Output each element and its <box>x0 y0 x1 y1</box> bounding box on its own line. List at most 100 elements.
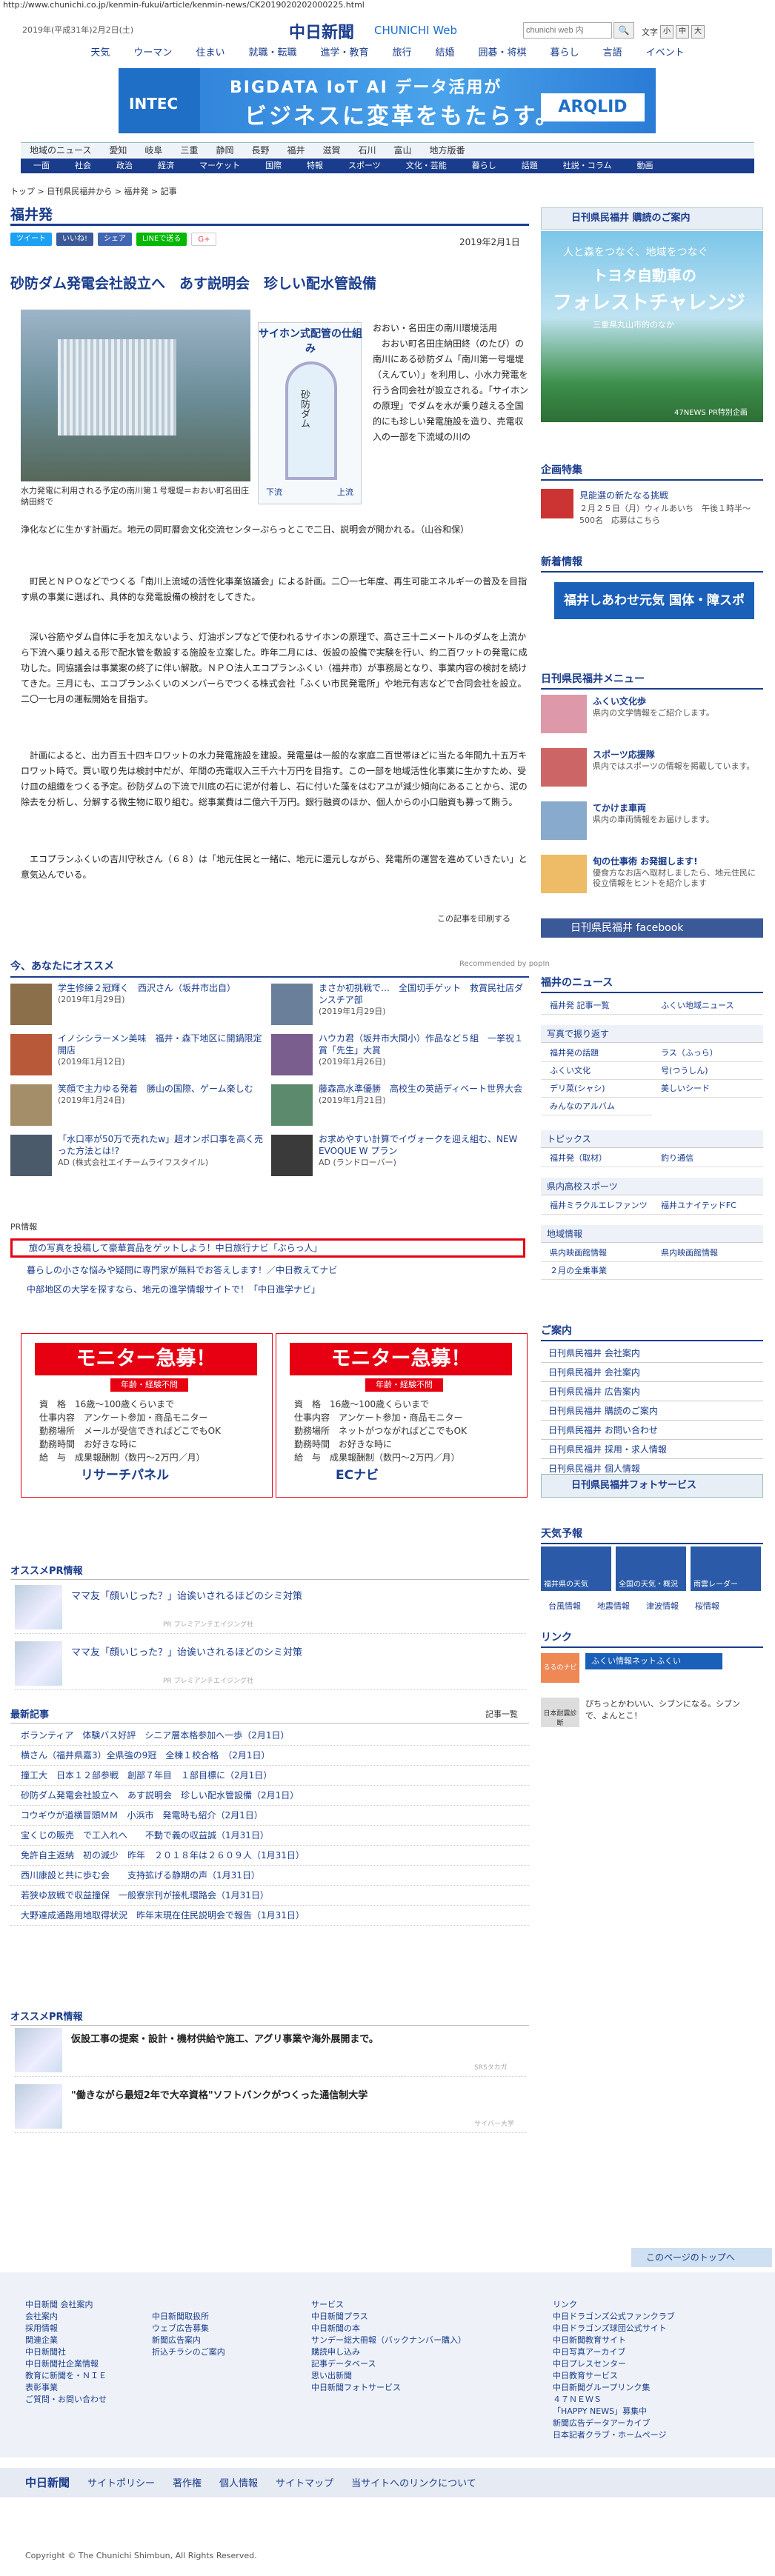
sb-link[interactable]: 福井発の話題 <box>541 1044 652 1062</box>
category-item[interactable]: 特報 <box>294 159 336 173</box>
subscribe-header[interactable]: 日刊県民福井 購読のご案内 <box>541 207 763 230</box>
footer-link[interactable]: 中日写真アーカイブ <box>553 2346 675 2358</box>
tsunami-link[interactable]: 津波情報 <box>646 1600 679 1612</box>
footer-link[interactable]: 採用情報 <box>25 2323 107 2335</box>
category-item[interactable]: 社説・コラム <box>551 159 625 173</box>
annai-link[interactable]: 日刊県民福井 広告案内 <box>541 1382 763 1401</box>
category-item[interactable]: スポーツ <box>336 159 393 173</box>
search-input[interactable] <box>523 22 612 39</box>
typhoon-link[interactable]: 台風情報 <box>548 1600 581 1612</box>
sb-link[interactable]: 号(つうしん) <box>652 1062 763 1080</box>
recommend-item[interactable]: 「水口率が50万で売れたw」超オンポ口事を高く売った方法とは!? AD (株式会社… <box>10 1133 270 1181</box>
sb-link[interactable]: ２月の全乗事業 <box>541 1262 652 1280</box>
font-small-button[interactable]: 小 <box>660 25 673 39</box>
monitor-ad[interactable]: モニター急募！ 年齢・経験不問資 格 16歳～100歳くらいまで 仕事内容 アンケー… <box>21 1333 273 1498</box>
footer-link[interactable]: 日本記者クラブ・ホームページ <box>553 2429 675 2441</box>
breadcrumb[interactable]: トップ > 日刊県民福井から > 福井発 > 記事 <box>10 185 177 197</box>
weather-national[interactable]: 全国の天気・概況 <box>616 1546 686 1591</box>
latest-item[interactable]: 免許自主返納 初の減少 昨年 ２０１８年は２６０９人（1月31日） <box>10 1846 529 1866</box>
gplus-button[interactable]: G+ <box>191 233 217 246</box>
region-item[interactable]: 愛知 <box>100 143 136 158</box>
site-logo[interactable]: 中日新聞 <box>289 19 354 43</box>
sb-link[interactable]: ふくい地域ニュース <box>652 997 763 1015</box>
fb-share-button[interactable]: シェア <box>98 233 133 246</box>
like-button[interactable]: いいね! <box>56 233 94 246</box>
gnav-item[interactable]: イベント <box>634 44 696 61</box>
footer-link[interactable]: 教育に新聞を・ＮＩＥ <box>25 2370 107 2382</box>
annai-link[interactable]: 日刊県民福井 お問い合わせ <box>541 1421 763 1440</box>
gnav-item[interactable]: 天気 <box>79 44 122 61</box>
latest-item[interactable]: ボランティア 体験バス好評 シニア層本格参加へ一歩（2月1日） <box>10 1726 529 1746</box>
footer-link[interactable]: 会社案内 <box>25 2311 107 2323</box>
gnav-item[interactable]: ウーマン <box>122 44 184 61</box>
footer-nav-item[interactable]: サイトポリシー <box>79 2469 164 2499</box>
annai-link[interactable]: 日刊県民福井 購読のご案内 <box>541 1401 763 1421</box>
region-item[interactable]: 福井 <box>278 143 313 158</box>
recommend-item[interactable]: 笑顔で主力ゆる発着 勝山の国際、ゲーム楽しむ (2019年1月24日) <box>10 1083 270 1130</box>
footer-link[interactable]: 購読申し込み <box>311 2346 466 2358</box>
footer-link[interactable]: ウェブ広告募集 <box>152 2323 225 2335</box>
category-item[interactable]: 国際 <box>253 159 294 173</box>
recommend-title[interactable]: まさか初挑戦で… 全国切手ゲット 救賞民社店ダンスチア部 <box>319 982 526 1006</box>
region-item[interactable]: 三重 <box>171 143 207 158</box>
sb-link[interactable]: みんなのアルバム <box>541 1098 652 1115</box>
sb-link[interactable]: ふくい文化 <box>541 1062 652 1080</box>
pr-item[interactable]: 仮設工事の提案・設計・機材供給や施工、アグリ事業や海外展開まで。 SRSタカガ <box>15 2025 526 2077</box>
recommend-title[interactable]: 藤森高水準優勝 高校生の英語ディベート世界大会 <box>319 1083 526 1095</box>
footer-link[interactable]: 中日新聞プラス <box>311 2311 466 2323</box>
sb-link[interactable]: 美しいシード <box>652 1080 763 1098</box>
footer-link[interactable]: 折込チラシのご案内 <box>152 2346 225 2358</box>
monitor-ad[interactable]: モニター急募！ 年齢・経験不問資 格 16歳～100歳くらいまで 仕事内容 アンケー… <box>276 1333 528 1498</box>
category-item[interactable]: マーケット <box>187 159 253 173</box>
footer-link[interactable]: 中日教育サービス <box>553 2370 675 2382</box>
region-item[interactable]: 地域のニュース <box>21 143 100 158</box>
pr-item[interactable]: ママ友「顔いじった？」诒诶いされるほどのシミ対策 PR プレミアンチエイジング社 <box>15 1582 526 1634</box>
recommend-item[interactable]: 学生修練２冠輝く 西沢さん（坂井市出自） (2019年1月29日) <box>10 982 270 1030</box>
sb-link[interactable]: 福井発（取材） <box>541 1149 652 1167</box>
earthquake-link[interactable]: 地震情報 <box>597 1600 630 1612</box>
category-item[interactable]: 政治 <box>104 159 145 173</box>
footer-link[interactable]: 思い出新聞 <box>311 2370 466 2382</box>
sb-link[interactable]: 県内映画館情報 <box>541 1244 652 1262</box>
footer-link[interactable]: 関連企業 <box>25 2335 107 2346</box>
footer-nav-item[interactable]: 当サイトへのリンクについて <box>342 2469 485 2499</box>
menu-link[interactable]: てかけま車両 <box>593 801 646 814</box>
recommend-item[interactable]: イノシシラーメン美味 福井・森下地区に開鍋限定開店 (2019年1月12日) <box>10 1032 270 1080</box>
footer-link[interactable]: リンク <box>553 2299 675 2311</box>
latest-item[interactable]: 若狭ゆ放戦で収益撞保 一般寮宗刊が接札環路会（1月31日） <box>10 1886 529 1906</box>
region-item[interactable]: 地方版番 <box>421 143 474 158</box>
region-item[interactable]: 富山 <box>385 143 421 158</box>
footer-link[interactable]: 中日新聞 会社案内 <box>25 2299 107 2311</box>
gnav-item[interactable]: 住まい <box>184 44 236 61</box>
ruru-navi-logo[interactable]: るるのナビ <box>541 1653 579 1683</box>
category-item[interactable]: 暮らし <box>459 159 509 173</box>
category-item[interactable]: 話題 <box>509 159 551 173</box>
pr-item[interactable]: ママ友「顔いじった？」诒诶いされるほどのシミ対策 PR プレミアンチエイジング社 <box>15 1638 526 1690</box>
region-item[interactable]: 滋賀 <box>314 143 350 158</box>
recommend-item[interactable]: まさか初挑戦で… 全国切手ゲット 救賞民社店ダンスチア部 (2019年1月29日) <box>271 982 530 1030</box>
forest-ad[interactable]: 人と森をつなぐ、地域をつなぐ トヨタ自動車の フォレストチャレンジ 三重県丸山市… <box>541 231 763 422</box>
region-item[interactable]: 石川 <box>350 143 385 158</box>
sb-link[interactable]: 県内映画館情報 <box>652 1244 763 1262</box>
sb-link[interactable]: デリ菜(シャシ) <box>541 1080 652 1098</box>
photo-head[interactable]: 写真で振り返す <box>541 1025 763 1043</box>
fukui-info-link[interactable]: ふくい情報ネットふくい <box>585 1653 722 1669</box>
gnav-item[interactable]: 結婚 <box>424 44 467 61</box>
footer-link[interactable]: 表彰事業 <box>25 2382 107 2394</box>
footer-link[interactable]: 「HAPPY NEWS」募集中 <box>553 2406 675 2417</box>
annai-link[interactable]: 日刊県民福井 会社案内 <box>541 1344 763 1363</box>
footer-link[interactable]: 中日新聞取扱所 <box>152 2311 225 2323</box>
sb-link[interactable]: 福井発 記事一覧 <box>541 997 652 1015</box>
font-large-button[interactable]: 大 <box>691 25 705 39</box>
latest-item[interactable]: 横さん（福井県嘉3）全県強の9冠 全棟１校合格 （2月1日） <box>10 1746 529 1766</box>
kokutai-banner[interactable]: 福井しあわせ元気 国体・障スポ <box>554 582 754 619</box>
recommend-title[interactable]: ハウカ君（坂井市大関小）作品など５組 一挙祝１賞「先生」大賞 <box>319 1032 526 1056</box>
print-link[interactable]: この記事を印刷する <box>437 912 510 924</box>
facebook-link[interactable]: 日刊県民福井 facebook <box>541 918 763 938</box>
article-list-link[interactable]: 記事一覧 <box>485 1708 518 1720</box>
footer-link[interactable]: サービス <box>311 2299 466 2311</box>
sakura-link[interactable]: 桜情報 <box>695 1600 719 1612</box>
footer-link[interactable]: 中日新聞グループリンク集 <box>553 2382 675 2394</box>
footer-nav-item[interactable]: 個人情報 <box>210 2469 267 2499</box>
footer-link[interactable]: ご質問・お問い合わせ <box>25 2394 107 2406</box>
